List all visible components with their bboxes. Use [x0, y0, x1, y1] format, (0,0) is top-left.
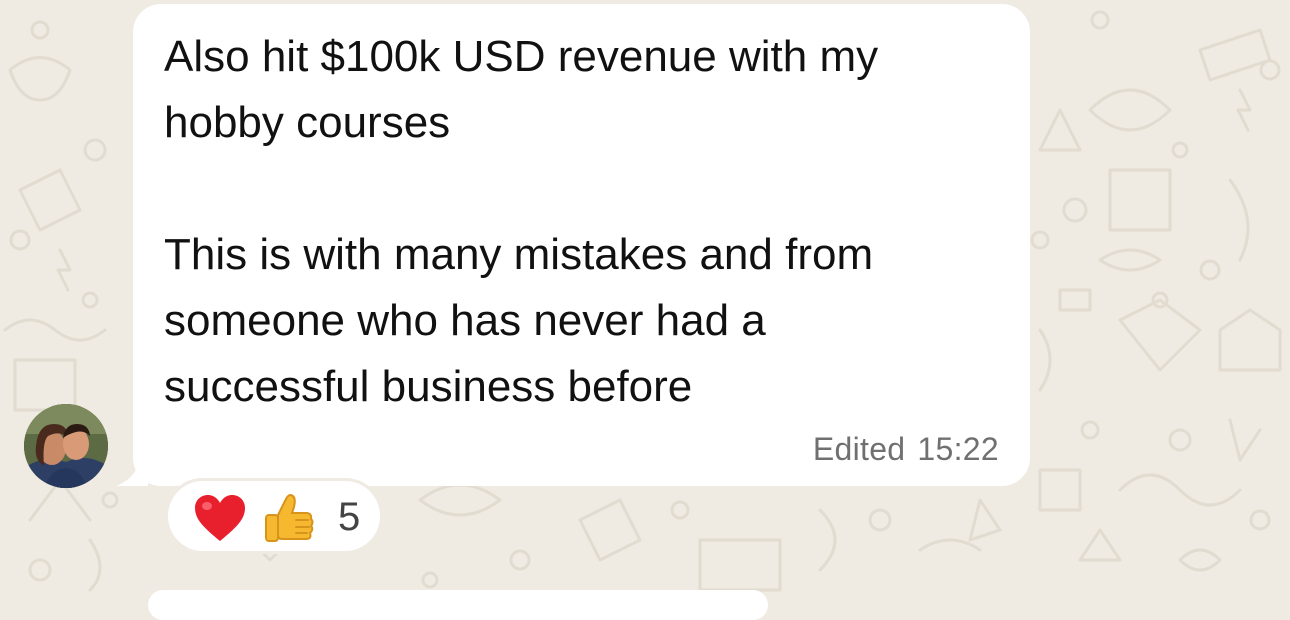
avatar-photo	[24, 404, 108, 488]
reaction-count: 5	[338, 495, 361, 539]
message-time: 15:22	[917, 431, 999, 467]
thumbs-up-icon	[265, 494, 314, 542]
message-bubble[interactable]: Also hit $100k USD revenue with my hobby…	[133, 4, 1030, 486]
message-text: Also hit $100k USD revenue with my hobby…	[164, 32, 879, 411]
next-message-bubble[interactable]	[148, 590, 768, 620]
message-meta: Edited 15:22	[813, 431, 999, 468]
edited-label: Edited	[812, 431, 906, 467]
reactions-pill[interactable]: 5	[165, 478, 383, 554]
heart-icon	[195, 495, 245, 541]
avatar[interactable]	[24, 404, 108, 488]
